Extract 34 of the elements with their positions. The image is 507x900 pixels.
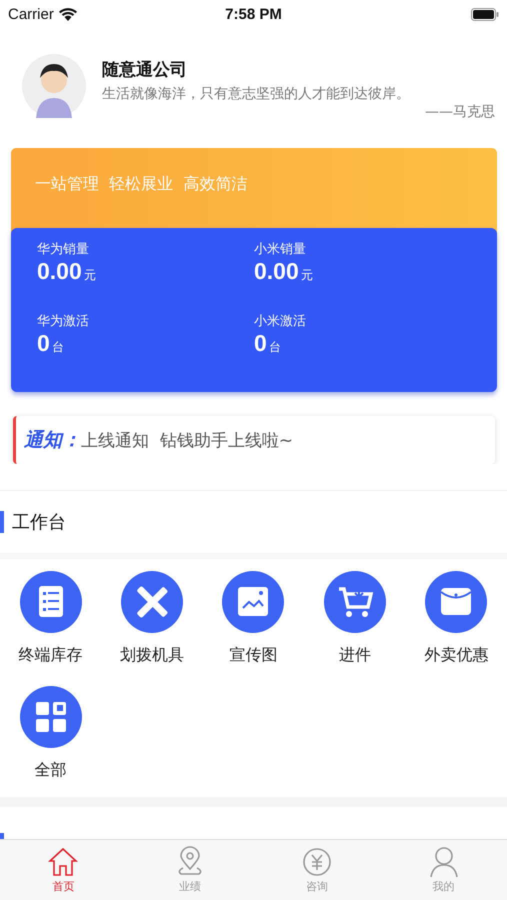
clock: 7:58 PM xyxy=(225,6,282,22)
stat-label: 小米激活 xyxy=(254,313,307,330)
workbench-item[interactable]: 划拨机具 xyxy=(101,571,203,666)
grid-icon xyxy=(20,686,82,748)
workbench-item[interactable]: 终端库存 xyxy=(0,571,102,666)
list-icon xyxy=(20,571,82,633)
stat-value: 0 台 xyxy=(37,330,65,357)
quote-author: ——马克思 xyxy=(424,102,495,120)
cart-icon xyxy=(324,571,386,633)
tab[interactable]: 首页 xyxy=(0,840,127,900)
image-icon xyxy=(222,571,284,633)
carrier: Carrier xyxy=(8,6,54,22)
stat-value: 0 台 xyxy=(254,330,282,357)
yen-icon xyxy=(302,846,332,878)
notice-text: 上线通知 钻钱助手上线啦~ xyxy=(81,430,294,452)
quote: 生活就像海洋，只有意志坚强的人才能到达彼岸。 xyxy=(102,84,411,102)
workbench-item[interactable]: 宣传图 xyxy=(202,571,304,666)
stat-label: 华为销量 xyxy=(37,241,90,258)
stat-label: 华为激活 xyxy=(37,313,90,330)
workbench-item[interactable]: 外卖优惠 xyxy=(406,571,507,666)
avatar xyxy=(22,54,86,118)
company-name: 随意通公司 xyxy=(102,58,188,80)
notice-label: 通知： xyxy=(24,428,81,453)
stat-value: 0.00 元 xyxy=(254,258,314,285)
wifi-icon xyxy=(58,8,77,20)
workbench-item[interactable]: 进件 xyxy=(304,571,406,666)
slogan: 一站管理 轻松展业 高效简洁 xyxy=(35,174,248,193)
section-title: 工作台 xyxy=(12,511,66,534)
workbench-item[interactable]: 全部 xyxy=(0,686,102,781)
home-icon xyxy=(48,846,78,878)
stat-label: 小米销量 xyxy=(254,241,307,258)
battery-icon xyxy=(470,8,499,20)
user-icon xyxy=(428,846,459,878)
stat-value: 0.00 元 xyxy=(37,258,97,285)
